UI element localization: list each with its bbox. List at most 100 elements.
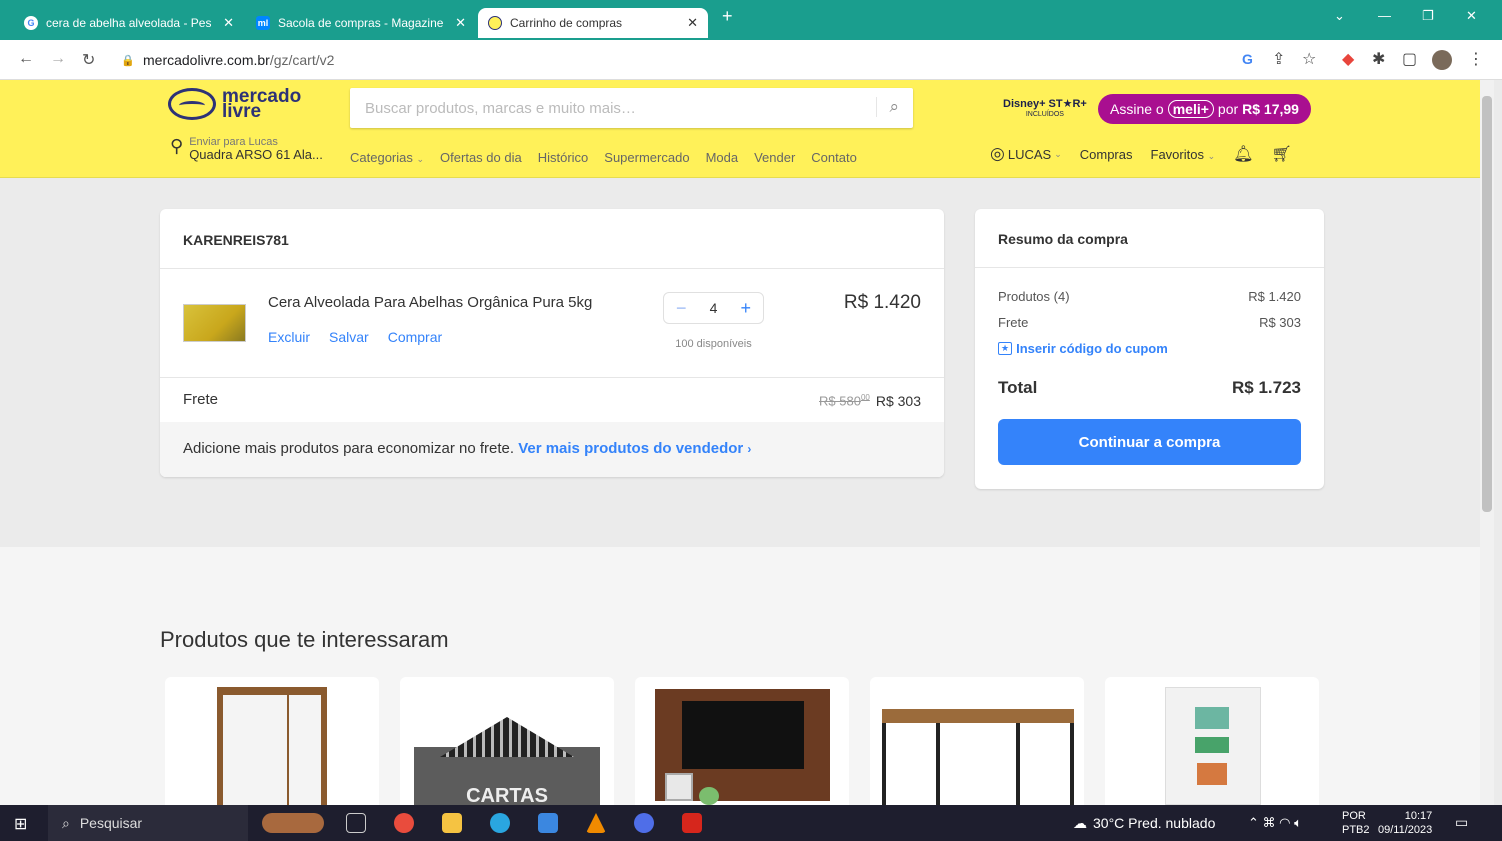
decrease-quantity-button[interactable]: − xyxy=(676,298,687,319)
summary-products-row: Produtos (4) R$ 1.420 xyxy=(998,289,1301,304)
comprar-link[interactable]: Comprar xyxy=(388,329,442,345)
cart-card: KARENREIS781 Cera Alveolada Para Abelhas… xyxy=(160,209,944,477)
total-label: Total xyxy=(998,378,1038,397)
nav-supermercado[interactable]: Supermercado xyxy=(604,150,689,165)
clock[interactable]: 10:17 09/11/2023 xyxy=(1378,809,1432,837)
windows-taskbar: ⊞ ⌕ Pesquisar ☁ 30°C Pred. nublado ⌃ ⌘ ◠ … xyxy=(0,805,1502,841)
nav-vender[interactable]: Vender xyxy=(754,150,795,165)
nav-contato[interactable]: Contato xyxy=(811,150,857,165)
edge-icon[interactable] xyxy=(490,813,510,833)
menu-kebab-icon[interactable]: ⋮ xyxy=(1468,49,1484,69)
recommended-product-card[interactable] xyxy=(165,677,379,805)
widgets-icon[interactable] xyxy=(262,813,324,833)
bookmark-star-icon[interactable]: ☆ xyxy=(1302,49,1316,69)
system-tray[interactable]: ⌃ ⌘ ◠ 🔈︎ xyxy=(1248,815,1302,831)
more-products-link[interactable]: Ver mais produtos do vendedor › xyxy=(518,440,751,457)
products-value: R$ 1.420 xyxy=(1248,289,1301,304)
search-icon[interactable]: ⌕ xyxy=(876,97,899,117)
search-input[interactable] xyxy=(350,88,860,128)
taskbar-search[interactable]: ⌕ Pesquisar xyxy=(48,805,248,841)
user-menu[interactable]: ◎ LUCAS ⌄ xyxy=(990,144,1062,164)
windows-start-icon[interactable]: ⊞ xyxy=(14,814,27,834)
delivery-location[interactable]: ⚲ Enviar para Lucas Quadra ARSO 61 Ala... xyxy=(170,136,323,162)
increase-quantity-button[interactable]: + xyxy=(740,298,751,319)
profile-avatar-icon[interactable] xyxy=(1432,50,1452,70)
scrollbar-thumb[interactable] xyxy=(1482,96,1492,512)
cart-icon[interactable]: 🛒︎ xyxy=(1271,144,1291,164)
quantity-value[interactable]: 4 xyxy=(710,300,718,316)
app-icon[interactable] xyxy=(634,813,654,833)
language-indicator[interactable]: POR PTB2 xyxy=(1342,809,1370,837)
mailbox-roof xyxy=(440,717,574,757)
acrobat-icon[interactable] xyxy=(682,813,702,833)
task-view-icon[interactable] xyxy=(346,813,366,833)
lock-icon[interactable]: 🔒 xyxy=(121,54,135,67)
excluir-link[interactable]: Excluir xyxy=(268,329,310,345)
tab-search-chevron-icon[interactable]: ⌄ xyxy=(1334,8,1345,24)
cabinet-item xyxy=(1197,763,1227,785)
browser-tab-cart[interactable]: Carrinho de compras ✕ xyxy=(478,8,708,38)
file-explorer-icon[interactable] xyxy=(442,813,462,833)
recommended-product-card[interactable]: CARTAS xyxy=(400,677,614,805)
chrome-icon[interactable] xyxy=(394,813,414,833)
store-icon[interactable] xyxy=(538,813,558,833)
weather-label: 30°C Pred. nublado xyxy=(1093,815,1216,831)
recommended-product-card[interactable] xyxy=(1105,677,1319,805)
bell-icon[interactable]: 🔔︎ xyxy=(1233,144,1253,164)
mercadolivre-logo[interactable]: mercado livre xyxy=(168,87,301,121)
extensions-puzzle-icon[interactable]: ✱ xyxy=(1372,49,1385,69)
meli-plus-subscribe-button[interactable]: Assine o meli+ por R$ 17,99 xyxy=(1098,94,1311,124)
vlc-icon[interactable] xyxy=(586,813,606,833)
volume-icon: 🔈︎ xyxy=(1294,815,1302,830)
recommended-product-card[interactable] xyxy=(635,677,849,805)
product-name[interactable]: Cera Alveolada Para Abelhas Orgânica Pur… xyxy=(268,294,592,311)
location-pin-icon: ⚲ xyxy=(170,136,184,156)
back-icon[interactable]: ← xyxy=(18,50,34,68)
close-tab-icon[interactable]: ✕ xyxy=(455,15,466,31)
disney-sub: INCLUÍDOS xyxy=(1025,111,1064,118)
google-lens-icon[interactable]: G xyxy=(1242,51,1253,67)
restore-icon[interactable]: ❐ xyxy=(1422,8,1434,24)
desk-leg xyxy=(1070,723,1074,805)
close-tab-icon[interactable]: ✕ xyxy=(687,15,698,31)
weather-widget[interactable]: ☁ 30°C Pred. nublado xyxy=(1073,815,1215,832)
reload-icon[interactable]: ↻ xyxy=(82,50,95,70)
browser-tab-magazine[interactable]: ml Sacola de compras - Magazine L ✕ xyxy=(246,8,476,38)
extension-badge-icon[interactable]: ◆ xyxy=(1342,49,1354,69)
nav-categorias[interactable]: Categorias ⌄ xyxy=(350,150,424,165)
url-field[interactable]: mercadolivre.com.br/gz/cart/v2 xyxy=(143,52,334,68)
side-panel-icon[interactable]: ▢ xyxy=(1402,49,1417,69)
tab-title: Carrinho de compras xyxy=(510,16,623,30)
browser-tab-google[interactable]: G cera de abelha alveolada - Pesq ✕ xyxy=(14,8,244,38)
continue-purchase-button[interactable]: Continuar a compra xyxy=(998,419,1301,465)
summary-total-row: Total R$ 1.723 xyxy=(998,378,1301,398)
desk-image xyxy=(882,709,1074,723)
nav-moda[interactable]: Moda xyxy=(706,150,739,165)
close-window-icon[interactable]: ✕ xyxy=(1466,8,1477,24)
nav-favoritos[interactable]: Favoritos ⌄ xyxy=(1151,147,1216,162)
forward-icon[interactable]: → xyxy=(50,50,66,68)
new-tab-icon[interactable]: + xyxy=(722,6,733,27)
seller-name: KARENREIS781 xyxy=(183,232,289,248)
salvar-link[interactable]: Salvar xyxy=(329,329,369,345)
nav-historico[interactable]: Histórico xyxy=(538,150,589,165)
notifications-icon[interactable]: ▭ xyxy=(1455,814,1468,831)
recommended-product-card[interactable] xyxy=(870,677,1084,805)
share-icon[interactable]: ⇪ xyxy=(1272,49,1285,69)
nav-ofertas[interactable]: Ofertas do dia xyxy=(440,150,522,165)
coupon-link[interactable]: ★ Inserir código do cupom xyxy=(998,341,1168,356)
close-tab-icon[interactable]: ✕ xyxy=(223,15,234,31)
user-name: LUCAS xyxy=(1007,146,1052,162)
nav-compras[interactable]: Compras xyxy=(1080,147,1133,162)
product-thumbnail[interactable] xyxy=(183,304,246,342)
divider xyxy=(160,377,944,378)
lang-line2: PTB2 xyxy=(1342,824,1370,836)
disney-star-promo[interactable]: Disney+ ST★R+ INCLUÍDOS xyxy=(1003,97,1087,118)
minimize-icon[interactable]: — xyxy=(1378,8,1391,23)
user-nav: ◎ LUCAS ⌄ Compras Favoritos ⌄ 🔔︎ 🛒︎ xyxy=(990,144,1292,164)
coupon-ticket-icon: ★ xyxy=(998,342,1013,355)
divider xyxy=(160,268,944,269)
stock-available: 100 disponíveis xyxy=(675,338,752,350)
network-icon: ⌘ xyxy=(1262,815,1276,830)
browser-tab-bar: G cera de abelha alveolada - Pesq ✕ ml S… xyxy=(0,0,1502,40)
